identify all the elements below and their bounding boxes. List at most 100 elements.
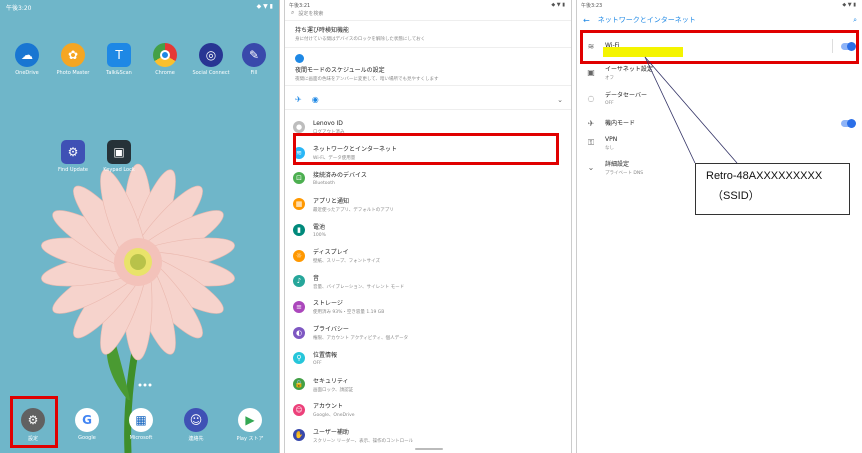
nav-handle xyxy=(415,448,443,450)
app-onedrive[interactable]: ☁ OneDrive xyxy=(7,43,47,76)
card-subtitle: 夜間に画面の色味をアンバーに変更して、暗い場所でも見やすくします xyxy=(295,77,439,82)
settings-item-icon: ▮ xyxy=(293,223,305,236)
settings-item-icon: ⊡ xyxy=(293,172,305,185)
settings-item-icon: ☺ xyxy=(293,403,305,416)
airplane-icon: ✈ xyxy=(295,95,302,104)
settings-item-text: ディスプレイ 壁紙、スリープ、フォントサイズ xyxy=(313,247,380,264)
highlight-network-item xyxy=(293,133,559,165)
update-icon: ⚙ xyxy=(61,140,85,164)
google-folder-icon: G xyxy=(75,408,99,432)
settings-item-subtitle: Bluetooth xyxy=(313,181,335,187)
settings-item-text: アカウント Google、OneDrive xyxy=(313,401,355,418)
settings-item[interactable]: ♪ 音音量、バイブレーション、サイレント モード xyxy=(293,268,565,294)
settings-item-text: プライバシー権限、アカウント アクティビティ、個人データ xyxy=(313,324,408,341)
settings-item-title: ユーザー補助 xyxy=(313,428,349,436)
settings-item-text: アプリと通知最近使ったアプリ、デフォルトのアプリ xyxy=(313,196,394,213)
card-subtitle: 身に付けている間はデバイスのロックを解除した状態にしておく xyxy=(295,37,426,42)
quick-conditions-bar[interactable]: ✈ ◉ ⌄ xyxy=(285,90,571,110)
lock-app-icon: ▣ xyxy=(107,140,131,164)
app-talk-scan[interactable]: T Talk&Scan xyxy=(99,43,139,76)
settings-item[interactable]: ▮ 電池 100% xyxy=(293,217,565,243)
settings-item-subtitle: 権限、アカウント アクティビティ、個人データ xyxy=(313,336,409,342)
settings-item-title: 電池 xyxy=(313,223,326,231)
ssid-callout-box: Retro-48AXXXXXXXXX （SSID） xyxy=(695,163,850,215)
settings-item-text: 電池 100% xyxy=(313,222,326,238)
settings-item-text: 接続済みのデバイス Bluetooth xyxy=(313,170,367,186)
settings-item-subtitle: 画面ロック、顔認証 xyxy=(313,387,354,393)
dock-play-store[interactable]: ▶ Play ストア xyxy=(230,408,270,442)
settings-item-subtitle: Google、OneDrive xyxy=(313,413,355,419)
settings-item-subtitle: 使用済み 93%・空き容量 1.19 GB xyxy=(313,310,385,316)
fill-icon: ✎ xyxy=(242,43,266,67)
settings-item-icon: ◐ xyxy=(293,326,305,339)
app-label: Fill xyxy=(250,70,258,76)
home-screen-panel: 午後3:20 ◆ ▼ ▮ ☁ OneDrive ✿ Photo Master T… xyxy=(0,0,280,453)
settings-item-icon: ⚲ xyxy=(293,352,305,365)
settings-item-title: セキュリティ xyxy=(313,377,349,385)
app-fill[interactable]: ✎ Fill xyxy=(234,43,274,76)
settings-item-icon: ☼ xyxy=(293,249,305,262)
settings-item[interactable]: ✋ ユーザー補助スクリーン リーダー、表示、操作のコントロール xyxy=(293,422,565,448)
settings-item-subtitle: スクリーン リーダー、表示、操作のコントロール xyxy=(313,438,414,444)
suggestion-card-carry-detect[interactable]: 持ち運び時検知機能 身に付けている間はデバイスのロックを解除した状態にしておく xyxy=(285,20,571,48)
app-keypad-lock[interactable]: ▣ Keypad Lock xyxy=(99,140,139,173)
app-label: Find Update xyxy=(58,167,88,173)
chevron-down-icon[interactable]: ⌄ xyxy=(557,96,563,104)
settings-item[interactable]: ⊡ 接続済みのデバイス Bluetooth xyxy=(293,165,565,191)
dock-microsoft-folder[interactable]: ▦ Microsoft xyxy=(121,408,161,441)
settings-item[interactable]: ≡ ストレージ 使用済み 93%・空き容量 1.19 GB xyxy=(293,294,565,320)
app-label: OneDrive xyxy=(15,70,39,76)
settings-item[interactable]: ▦ アプリと通知最近使ったアプリ、デフォルトのアプリ xyxy=(293,191,565,217)
search-bar[interactable]: ⌕ 設定を検索 xyxy=(291,8,567,18)
settings-item-title: Lenovo ID xyxy=(313,119,343,127)
app-label: 連絡先 xyxy=(188,436,204,442)
app-label: Photo Master xyxy=(56,70,90,76)
app-label: Chrome xyxy=(155,70,175,76)
app-find-update[interactable]: ⚙ Find Update xyxy=(53,140,93,173)
highlight-settings-app xyxy=(10,396,58,448)
card-title: 持ち運び時検知機能 xyxy=(295,27,350,34)
settings-item[interactable]: 🔒 セキュリティ 画面ロック、顔認証 xyxy=(293,371,565,397)
settings-item-title: プライバシー xyxy=(313,326,349,334)
settings-item[interactable]: ☺ アカウント Google、OneDrive xyxy=(293,397,565,423)
settings-item-text: セキュリティ 画面ロック、顔認証 xyxy=(313,376,353,393)
card-title: 夜間モードのスケジュールの設定 xyxy=(295,67,385,74)
app-label: Microsoft xyxy=(129,435,153,441)
dock-contacts[interactable]: ☺ 連絡先 xyxy=(176,408,216,442)
app-label: Keypad Lock xyxy=(103,167,135,173)
night-mode-icon xyxy=(295,54,304,63)
settings-panel: 午後3:21 ◆ ▼ ▮ ⌕ 設定を検索 持ち運び時検知機能 身に付けている間は… xyxy=(284,0,572,453)
settings-item-icon: ● xyxy=(293,121,305,133)
dock-google-folder[interactable]: G Google xyxy=(67,408,107,441)
social-connect-icon: ◎ xyxy=(199,43,223,67)
settings-item-title: アプリと通知 xyxy=(313,197,350,205)
settings-item-title: ストレージ xyxy=(313,300,343,308)
microsoft-folder-icon: ▦ xyxy=(129,408,153,432)
app-social-connect[interactable]: ◎ Social Connect xyxy=(191,43,231,76)
callout-line1: Retro-48AXXXXXXXXX xyxy=(706,170,823,182)
settings-item-subtitle: 音量、バイブレーション、サイレント モード xyxy=(313,284,405,290)
settings-item-icon: ✋ xyxy=(293,429,305,442)
settings-item-subtitle: 最近使ったアプリ、デフォルトのアプリ xyxy=(313,207,394,213)
settings-item-text: ユーザー補助スクリーン リーダー、表示、操作のコントロール xyxy=(313,427,413,444)
app-label: Social Connect xyxy=(192,70,230,76)
settings-item-title: ディスプレイ xyxy=(313,249,349,256)
settings-item-title: 位置情報 xyxy=(313,352,338,360)
callout-leader-lines xyxy=(644,56,738,164)
contacts-icon: ☺ xyxy=(184,408,208,432)
suggestion-card-night-mode[interactable]: 夜間モードのスケジュールの設定 夜間に画面の色味をアンバーに変更して、暗い場所で… xyxy=(285,50,571,86)
talk-scan-icon: T xyxy=(107,43,131,67)
settings-item-icon: ▦ xyxy=(293,198,305,211)
settings-item-subtitle: 100% xyxy=(313,232,326,238)
settings-item[interactable]: ⚲ 位置情報 OFF xyxy=(293,345,565,371)
app-chrome[interactable]: Chrome xyxy=(145,43,185,76)
play-store-icon: ▶ xyxy=(238,408,262,432)
network-panel: 午後3:23 ◆ ▼ ▮ ← ネットワークとインターネット ⌕ ≋ Wi-Fi ▣ イ… xyxy=(576,0,862,453)
settings-item[interactable]: ◐ プライバシー権限、アカウント アクティビティ、個人データ xyxy=(293,320,565,346)
app-photo-master[interactable]: ✿ Photo Master xyxy=(53,43,93,76)
search-placeholder: 設定を検索 xyxy=(298,10,324,17)
settings-item-title: 音 xyxy=(313,274,320,282)
settings-item-text: 音音量、バイブレーション、サイレント モード xyxy=(313,273,404,290)
settings-item-title: アカウント xyxy=(313,403,344,411)
settings-item[interactable]: ☼ ディスプレイ 壁紙、スリープ、フォントサイズ xyxy=(293,243,565,269)
